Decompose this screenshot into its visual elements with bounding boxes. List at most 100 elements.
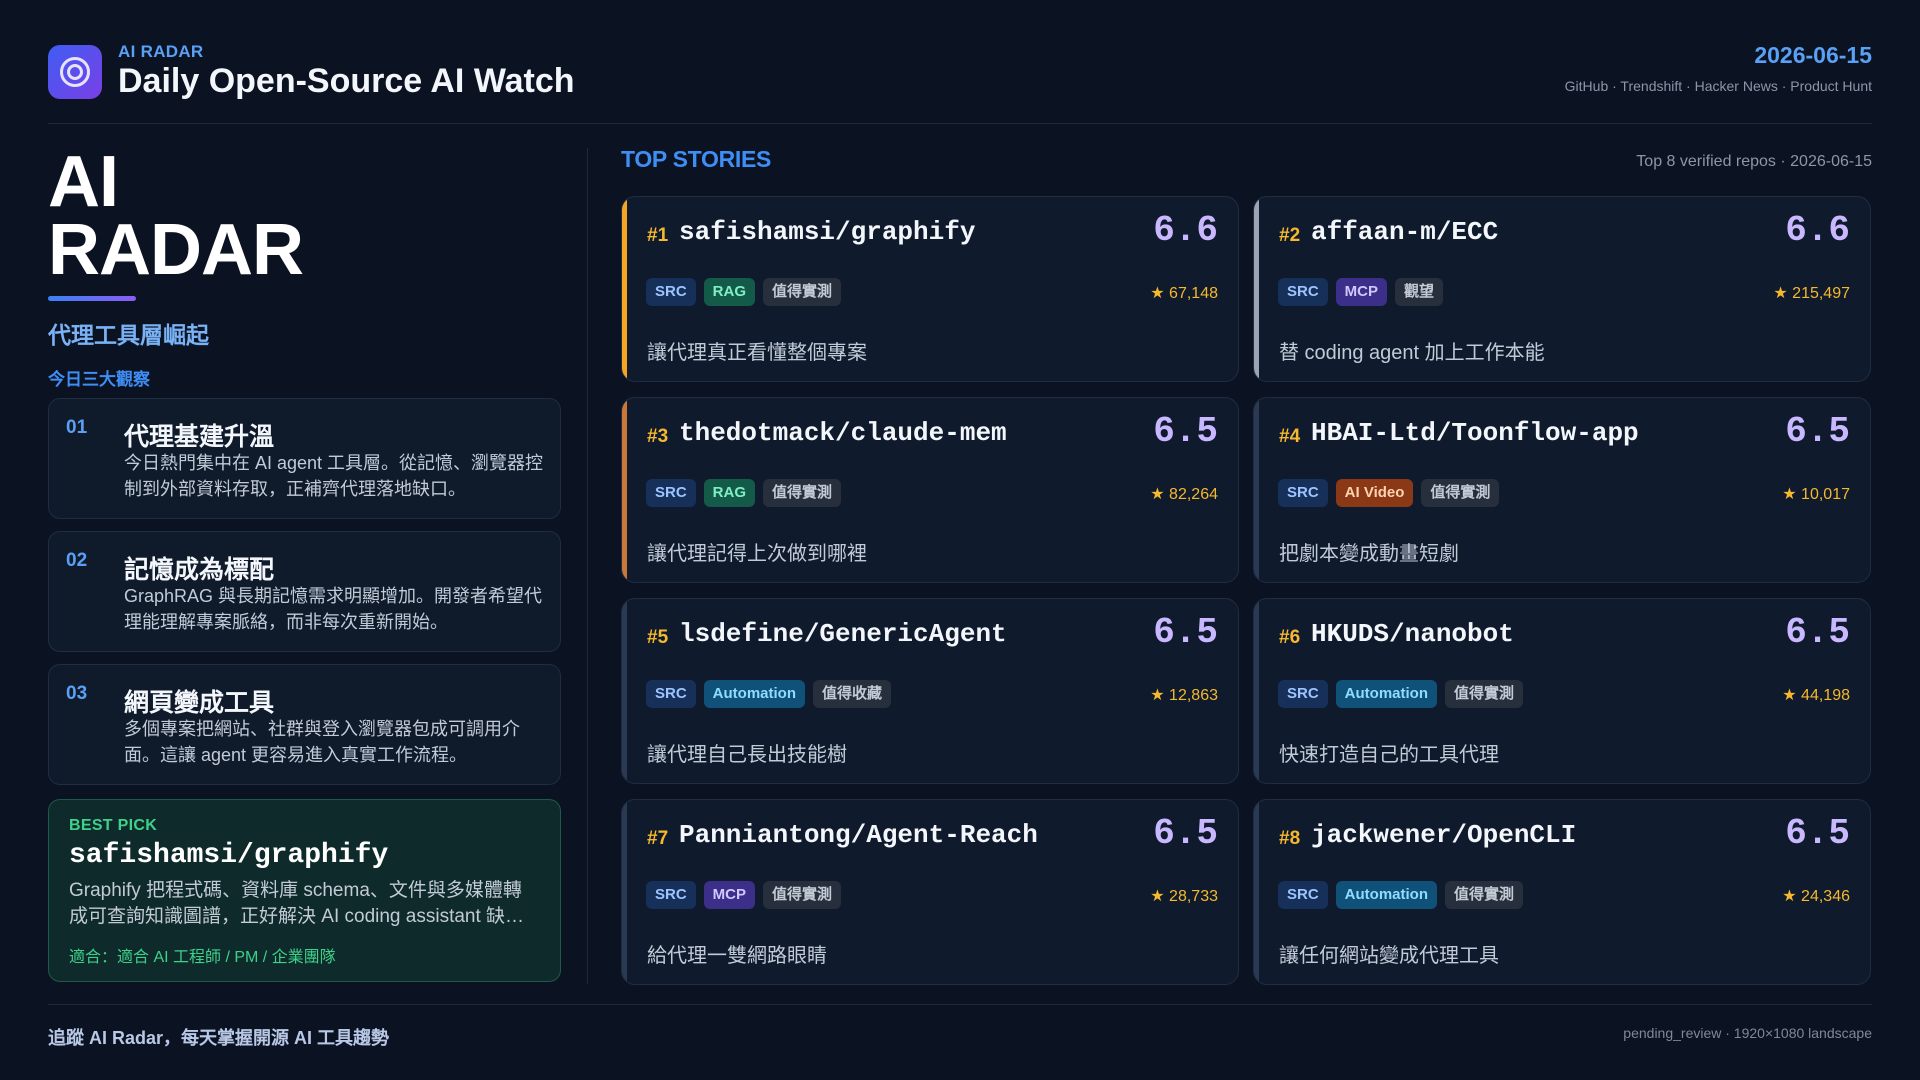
insight-title: 代理基建升溫 (124, 423, 275, 451)
story-rank: #4 (1279, 426, 1301, 447)
card-accent-stripe (1254, 599, 1259, 783)
footer-cta: 追蹤 AI Radar，每天掌握開源 AI 工具趨勢 (48, 1028, 390, 1048)
story-score: 6.5 (1785, 411, 1850, 452)
card-accent-stripe (622, 599, 627, 783)
card-accent-stripe (622, 398, 627, 582)
star-count: ★ 28,733 (1150, 888, 1218, 905)
story-description: 替 coding agent 加上工作本能 (1279, 342, 1545, 364)
story-tags: SRC Automation 值得實測 (1278, 881, 1524, 909)
story-score: 6.5 (1785, 612, 1850, 653)
tag-category: Automation (1335, 881, 1437, 909)
insight-card-02: 02 記憶成為標配 GraphRAG 與長期記憶需求明顯增加。開發者希望代理能理… (48, 531, 561, 652)
card-accent-stripe (1254, 398, 1259, 582)
insight-title: 記憶成為標配 (124, 556, 275, 584)
star-count: ★ 10,017 (1782, 486, 1850, 503)
header-divider (48, 123, 1872, 124)
tag-src: SRC (646, 278, 696, 306)
story-tags: SRC Automation 值得實測 (1278, 680, 1524, 708)
top-stories-meta: Top 8 verified repos · 2026-06-15 (1636, 153, 1872, 170)
insight-card-01: 01 代理基建升溫 今日熱門集中在 AI agent 工具層。從記憶、瀏覽器控制… (48, 398, 561, 519)
story-description: 讓代理自己長出技能樹 (647, 744, 847, 766)
tag-category: RAG (703, 278, 756, 306)
story-score: 6.5 (1785, 813, 1850, 854)
tag-category: MCP (1335, 278, 1388, 306)
card-accent-stripe (1254, 800, 1259, 984)
story-card-3[interactable]: #3 thedotmack/claude-mem 6.5 SRC RAG 值得實… (621, 397, 1239, 583)
story-repo-name[interactable]: Panniantong/Agent-Reach (679, 820, 1038, 850)
page-title: Daily Open-Source AI Watch (118, 62, 575, 100)
story-card-4[interactable]: #4 HBAI-Ltd/Toonflow-app 6.5 SRC AI Vide… (1253, 397, 1871, 583)
big-title: AI RADAR (48, 146, 304, 286)
accent-bar (48, 296, 136, 301)
header: AI RADAR Daily Open-Source AI Watch 2026… (48, 38, 1872, 124)
story-rank: #2 (1279, 225, 1301, 246)
story-repo-name[interactable]: safishamsi/graphify (679, 217, 975, 247)
story-rank: #7 (647, 828, 669, 849)
story-rank: #3 (647, 426, 669, 447)
story-card-2[interactable]: #2 affaan-m/ECC 6.6 SRC MCP 觀望 ★ 215,497… (1253, 196, 1871, 382)
story-rank: #5 (647, 627, 669, 648)
tag-verdict: 值得收藏 (813, 680, 892, 708)
story-score: 6.5 (1153, 411, 1218, 452)
story-card-7[interactable]: #7 Panniantong/Agent-Reach 6.5 SRC MCP 值… (621, 799, 1239, 985)
story-description: 快速打造自己的工具代理 (1279, 744, 1499, 766)
story-repo-name[interactable]: thedotmack/claude-mem (679, 418, 1007, 448)
story-tags: SRC AI Video 值得實測 (1278, 479, 1500, 507)
tag-verdict: 觀望 (1395, 278, 1444, 306)
story-tags: SRC RAG 值得實測 (646, 479, 842, 507)
story-score: 6.6 (1153, 210, 1218, 251)
top-stories-heading: TOP STORIES (621, 146, 772, 172)
story-card-6[interactable]: #6 HKUDS/nanobot 6.5 SRC Automation 值得實測… (1253, 598, 1871, 784)
insight-text: GraphRAG 與長期記憶需求明顯增加。開發者希望代理能理解專案脈絡，而非每次… (124, 586, 543, 632)
tag-verdict: 值得實測 (763, 881, 842, 909)
story-repo-name[interactable]: lsdefine/GenericAgent (679, 619, 1007, 649)
story-repo-name[interactable]: HKUDS/nanobot (1311, 619, 1514, 649)
insights-label: 今日三大觀察 (48, 370, 150, 389)
tagline: 代理工具層崛起 (48, 322, 209, 348)
radar-logo-icon (48, 45, 102, 99)
star-count: ★ 12,863 (1150, 687, 1218, 704)
tag-src: SRC (1278, 278, 1328, 306)
best-pick-repo: safishamsi/graphify (69, 840, 389, 871)
story-repo-name[interactable]: HBAI-Ltd/Toonflow-app (1311, 418, 1639, 448)
story-card-8[interactable]: #8 jackwener/OpenCLI 6.5 SRC Automation … (1253, 799, 1871, 985)
story-card-1[interactable]: #1 safishamsi/graphify 6.6 SRC RAG 值得實測 … (621, 196, 1239, 382)
insight-number: 02 (66, 550, 88, 571)
insight-title: 網頁變成工具 (124, 689, 275, 717)
story-repo-name[interactable]: affaan-m/ECC (1311, 217, 1498, 247)
insight-number: 03 (66, 683, 88, 704)
insight-number: 01 (66, 417, 88, 438)
tag-src: SRC (1278, 680, 1328, 708)
insight-text: 多個專案把網站、社群與登入瀏覽器包成可調用介面。這讓 agent 更容易進入真實… (124, 719, 520, 765)
tag-verdict: 值得實測 (1445, 881, 1524, 909)
story-rank: #8 (1279, 828, 1301, 849)
story-card-5[interactable]: #5 lsdefine/GenericAgent 6.5 SRC Automat… (621, 598, 1239, 784)
story-tags: SRC MCP 值得實測 (646, 881, 842, 909)
tag-verdict: 值得實測 (1445, 680, 1524, 708)
story-rank: #6 (1279, 627, 1301, 648)
story-tags: SRC Automation 值得收藏 (646, 680, 892, 708)
story-repo-name[interactable]: jackwener/OpenCLI (1311, 820, 1576, 850)
tag-src: SRC (646, 479, 696, 507)
star-count: ★ 44,198 (1782, 687, 1850, 704)
star-count: ★ 82,264 (1150, 486, 1218, 503)
tag-verdict: 值得實測 (763, 479, 842, 507)
tag-category: Automation (703, 680, 805, 708)
tag-category: MCP (703, 881, 756, 909)
best-pick-card[interactable]: BEST PICK safishamsi/graphify Graphify 把… (48, 799, 561, 982)
story-description: 把劇本變成動畫短劇 (1279, 543, 1459, 565)
best-pick-audience: 適合：適合 AI 工程師 / PM / 企業團隊 (69, 949, 336, 966)
header-sources: GitHub · Trendshift · Hacker News · Prod… (1564, 78, 1872, 94)
insight-text: 今日熱門集中在 AI agent 工具層。從記憶、瀏覽器控制到外部資料存取，正補… (124, 453, 544, 499)
story-description: 讓代理真正看懂整個專案 (647, 342, 867, 364)
tag-src: SRC (1278, 479, 1328, 507)
header-date: 2026-06-15 (1754, 42, 1872, 68)
footer-status: pending_review · 1920×1080 landscape (1623, 1025, 1872, 1041)
story-score: 6.5 (1153, 612, 1218, 653)
tag-src: SRC (1278, 881, 1328, 909)
card-accent-stripe (1254, 197, 1259, 381)
star-count: ★ 24,346 (1782, 888, 1850, 905)
card-accent-stripe (622, 197, 627, 381)
tag-src: SRC (646, 881, 696, 909)
best-pick-description: Graphify 把程式碼、資料庫 schema、文件與多媒體轉成可查詢知識圖譜… (69, 880, 525, 927)
